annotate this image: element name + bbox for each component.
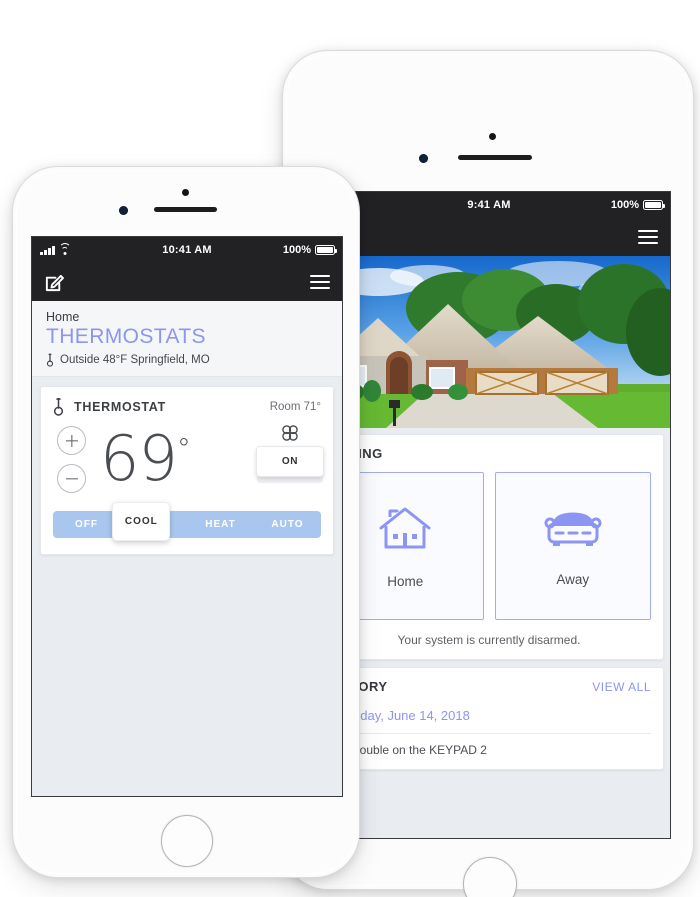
breadcrumb[interactable]: Home bbox=[46, 310, 328, 324]
arming-card: ARMING Home bbox=[314, 434, 664, 660]
thermostat-controls: 69° AUTO ON bbox=[53, 425, 324, 494]
proximity-sensor-icon bbox=[119, 206, 128, 215]
house-photo-illustration bbox=[308, 256, 670, 428]
degree-symbol: ° bbox=[176, 432, 191, 466]
front-camera-icon bbox=[182, 189, 189, 196]
arming-options: Home Away bbox=[327, 472, 651, 620]
proximity-sensor-icon bbox=[419, 154, 428, 163]
battery-icon bbox=[643, 200, 666, 210]
arming-title: ARMING bbox=[327, 446, 651, 461]
temp-stepper bbox=[57, 426, 86, 494]
right-nav-bar bbox=[308, 218, 670, 256]
arming-status-text: Your system is currently disarmed. bbox=[397, 633, 581, 647]
hamburger-menu-icon[interactable] bbox=[310, 274, 330, 290]
fan-icon bbox=[282, 425, 298, 441]
mode-option-heat[interactable]: HEAT bbox=[187, 519, 254, 530]
fan-control: AUTO ON bbox=[256, 422, 324, 484]
right-status-bar: 9:41 AM 100% bbox=[308, 192, 670, 218]
temp-decrease-button[interactable] bbox=[57, 464, 86, 494]
thermometer-icon bbox=[53, 398, 64, 416]
right-battery-percent: 100% bbox=[610, 199, 639, 211]
fan-on-option[interactable]: ON bbox=[256, 446, 324, 478]
thermostats-body: THERMOSTAT Room 71° 69° ON OFF HEAT AUTO… bbox=[32, 377, 342, 796]
page-title: THERMOSTATS bbox=[46, 325, 206, 348]
mode-option-off[interactable]: OFF bbox=[53, 519, 120, 530]
thermostat-card-header: THERMOSTAT Room 71° bbox=[53, 397, 321, 416]
outside-weather: Outside 48°F Springfield, MO bbox=[46, 353, 328, 367]
car-icon bbox=[544, 512, 602, 546]
earpiece-speaker bbox=[458, 155, 532, 160]
history-entry-text: Trouble on the KEYPAD 2 bbox=[348, 743, 487, 757]
temp-increase-button[interactable] bbox=[57, 426, 86, 456]
hamburger-menu-icon[interactable] bbox=[638, 229, 658, 245]
arm-home-label: Home bbox=[387, 573, 424, 589]
left-battery-percent: 100% bbox=[282, 244, 311, 256]
cellular-bars-icon bbox=[40, 245, 55, 255]
history-date: Thursday, June 14, 2018 bbox=[327, 708, 470, 723]
outside-weather-text: Outside 48°F Springfield, MO bbox=[60, 354, 210, 367]
right-phone-screen: 9:41 AM 100% Home Away Your system is cu… bbox=[307, 191, 671, 839]
wifi-icon bbox=[58, 242, 71, 255]
house-icon bbox=[379, 507, 431, 548]
history-card: HISTORY VIEW ALL Thursday, June 14, 2018… bbox=[314, 667, 664, 770]
house-photo bbox=[308, 256, 670, 428]
left-home-button[interactable] bbox=[161, 815, 213, 867]
thermostats-page-header: Home THERMOSTATS Outside 48°F Springfiel… bbox=[32, 301, 342, 378]
mode-segmented-control: OFF HEAT AUTO COOL bbox=[53, 502, 321, 542]
history-entry[interactable]: AM Trouble on the KEYPAD 2 bbox=[327, 733, 651, 757]
compose-icon[interactable] bbox=[44, 272, 65, 293]
right-content: ARMING Home bbox=[308, 256, 670, 838]
thermostat-card: THERMOSTAT Room 71° 69° ON OFF HEAT AUTO… bbox=[40, 386, 334, 556]
right-home-button[interactable] bbox=[463, 857, 517, 897]
thermometer-icon bbox=[46, 353, 54, 367]
left-nav-bar bbox=[32, 263, 342, 301]
thermostat-card-title: THERMOSTAT bbox=[74, 399, 166, 414]
view-all-link[interactable]: VIEW ALL bbox=[592, 680, 651, 694]
arm-away-label: Away bbox=[556, 571, 590, 587]
battery-icon bbox=[315, 245, 338, 255]
setpoint-value: 69 bbox=[100, 422, 178, 496]
arm-away-button[interactable]: Away bbox=[494, 472, 651, 620]
left-phone-screen: 10:41 AM 100% Home THERMOSTATS Outside 4… bbox=[31, 236, 343, 797]
earpiece-speaker bbox=[154, 207, 217, 212]
history-header: HISTORY VIEW ALL bbox=[327, 679, 651, 694]
room-temperature-label: Room 71° bbox=[269, 400, 321, 413]
mode-option-auto[interactable]: AUTO bbox=[254, 519, 321, 530]
left-status-bar: 10:41 AM 100% bbox=[32, 237, 342, 263]
mode-option-cool-selected[interactable]: COOL bbox=[112, 502, 171, 542]
setpoint-temperature: 69° bbox=[100, 428, 191, 490]
front-camera-icon bbox=[489, 133, 496, 140]
screenshot-stage: 9:41 AM 100% Home Away Your system is cu… bbox=[0, 0, 700, 897]
left-phone-device: 10:41 AM 100% Home THERMOSTATS Outside 4… bbox=[12, 166, 360, 878]
